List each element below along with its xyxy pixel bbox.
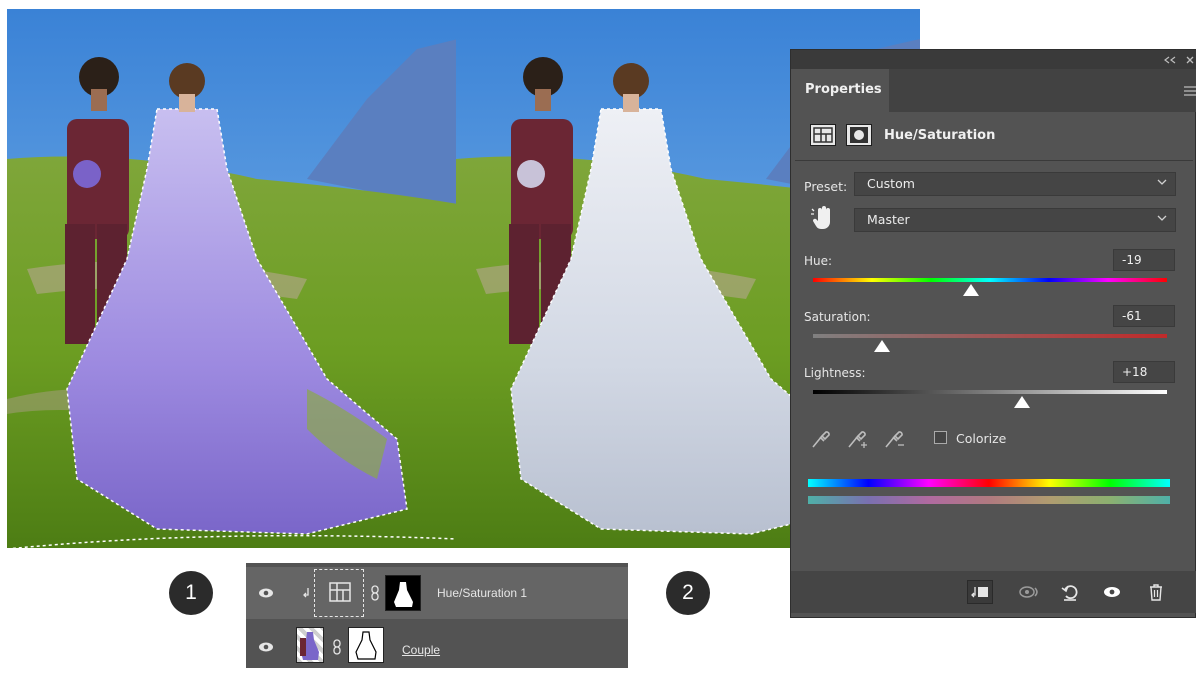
- before-photo: [7, 9, 458, 548]
- hue-label: Hue:: [804, 254, 833, 268]
- lightness-label: Lightness:: [804, 366, 866, 380]
- hand-target-icon[interactable]: [810, 205, 834, 231]
- toggle-visibility-button[interactable]: [1099, 580, 1125, 604]
- eyedropper-icon[interactable]: [810, 426, 832, 450]
- delete-button[interactable]: [1143, 580, 1169, 604]
- view-previous-button[interactable]: [1017, 580, 1043, 604]
- input-spectrum-bar: [808, 479, 1170, 487]
- layer-row-couple[interactable]: Couple: [246, 621, 628, 673]
- adjustment-icon[interactable]: [810, 124, 836, 146]
- preset-dropdown[interactable]: Custom: [854, 172, 1176, 196]
- hue-saturation-icon: [329, 582, 351, 602]
- layers-panel: Hue/Saturation 1 Couple: [246, 563, 628, 668]
- eye-icon[interactable]: [258, 639, 274, 655]
- hue-slider-thumb[interactable]: [963, 284, 980, 296]
- layer-row-hue-saturation[interactable]: Hue/Saturation 1: [246, 567, 628, 619]
- preset-label: Preset:: [804, 179, 848, 194]
- reset-button[interactable]: [1057, 580, 1083, 604]
- saturation-label: Saturation:: [804, 310, 871, 324]
- eyedropper-minus-icon[interactable]: [883, 426, 907, 450]
- properties-panel: Properties Hue/Saturation Preset: Custom…: [790, 49, 1196, 618]
- layer-mask-thumb[interactable]: [348, 627, 384, 663]
- reset-icon: [1061, 585, 1078, 601]
- delete-icon: [1150, 584, 1162, 601]
- collapse-icon[interactable]: [1163, 56, 1177, 64]
- hue-value-field[interactable]: -19: [1113, 249, 1175, 271]
- step-badge-2: 2: [666, 571, 710, 615]
- preset-value: Custom: [867, 176, 915, 191]
- step-badge-1: 1: [169, 571, 213, 615]
- lightness-slider-thumb[interactable]: [1013, 396, 1030, 408]
- panel-tab-bar: Properties: [791, 69, 1196, 112]
- tab-properties[interactable]: Properties: [791, 69, 889, 112]
- before-image: [7, 9, 458, 548]
- saturation-slider-thumb[interactable]: [874, 340, 891, 352]
- close-icon[interactable]: [1185, 55, 1195, 65]
- panel-footer: [791, 571, 1196, 613]
- visibility-icon: [1104, 587, 1120, 597]
- colorize-label: Colorize: [956, 431, 1007, 446]
- chevron-down-icon: [1157, 215, 1167, 221]
- adjustment-title: Hue/Saturation: [884, 128, 996, 143]
- layer-name[interactable]: Hue/Saturation 1: [437, 586, 527, 600]
- layer-name[interactable]: Couple: [402, 643, 440, 657]
- output-spectrum-bar: [808, 496, 1170, 504]
- chevron-down-icon: [1157, 179, 1167, 185]
- chain-link-icon[interactable]: [332, 639, 342, 655]
- lightness-slider-track[interactable]: [813, 390, 1167, 394]
- hue-slider-track[interactable]: [813, 278, 1167, 282]
- channel-dropdown[interactable]: Master: [854, 208, 1176, 232]
- panel-title-strip: [791, 50, 1196, 69]
- channel-value: Master: [867, 212, 910, 227]
- divider: [795, 160, 1193, 161]
- layer-mask-thumb[interactable]: [385, 575, 421, 611]
- colorize-checkbox[interactable]: [934, 431, 947, 444]
- eye-icon[interactable]: [258, 585, 274, 601]
- lightness-value-field[interactable]: +18: [1113, 361, 1175, 383]
- clip-to-layer-button[interactable]: [967, 580, 993, 604]
- panel-menu-icon[interactable]: [1184, 86, 1196, 96]
- mask-icon[interactable]: [846, 124, 872, 146]
- saturation-value-field[interactable]: -61: [1113, 305, 1175, 327]
- eyedropper-plus-icon[interactable]: [846, 426, 870, 450]
- chain-link-icon[interactable]: [370, 585, 380, 601]
- clip-arrow-icon: [303, 588, 309, 598]
- saturation-slider-track[interactable]: [813, 334, 1167, 338]
- layer-thumb[interactable]: [296, 627, 324, 663]
